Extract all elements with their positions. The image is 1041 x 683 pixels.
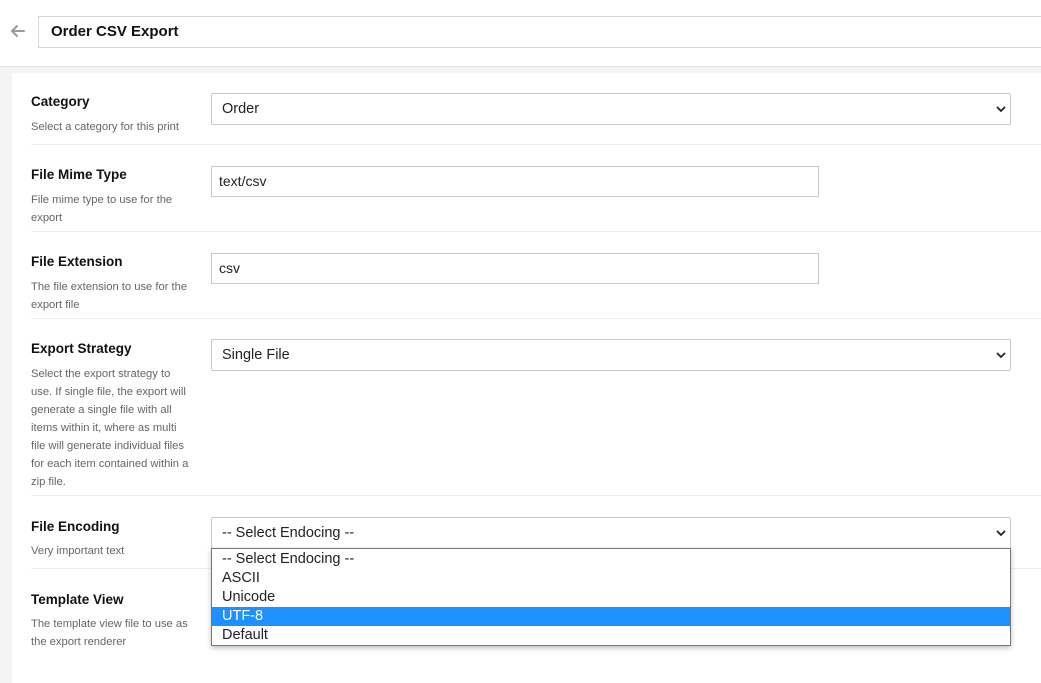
file-encoding-dropdown: -- Select Endocing -- ASCII Unicode UTF-… xyxy=(211,548,1011,646)
encoding-option[interactable]: -- Select Endocing -- xyxy=(212,550,1010,569)
chevron-down-icon xyxy=(996,352,1006,359)
file-encoding-help: Very important text xyxy=(31,545,125,557)
category-select[interactable]: Order xyxy=(211,93,1011,125)
category-label: Category xyxy=(31,94,90,109)
template-view-help: The template view file to use as the exp… xyxy=(31,618,188,648)
title-input[interactable]: Order CSV Export xyxy=(38,16,1041,48)
export-strategy-row: Export Strategy Select the export strate… xyxy=(31,318,1041,496)
encoding-option[interactable]: Default xyxy=(212,626,1010,645)
export-strategy-select-value: Single File xyxy=(222,347,290,363)
chevron-down-icon xyxy=(996,106,1006,113)
template-view-label: Template View xyxy=(31,592,124,607)
file-encoding-select[interactable]: -- Select Endocing -- xyxy=(211,517,1011,549)
mime-type-row: File Mime Type File mime type to use for… xyxy=(31,144,1041,232)
extension-row: File Extension The file extension to use… xyxy=(31,231,1041,319)
encoding-option-highlighted[interactable]: UTF-8 xyxy=(212,607,1010,626)
extension-label: File Extension xyxy=(31,254,123,269)
mime-type-label: File Mime Type xyxy=(31,167,127,182)
export-strategy-label: Export Strategy xyxy=(31,341,132,356)
encoding-option[interactable]: Unicode xyxy=(212,588,1010,607)
export-strategy-select[interactable]: Single File xyxy=(211,339,1011,371)
encoding-option[interactable]: ASCII xyxy=(212,569,1010,588)
extension-input[interactable]: csv xyxy=(211,253,819,284)
back-arrow-icon[interactable] xyxy=(9,21,27,41)
category-select-value: Order xyxy=(222,101,260,117)
extension-help: The file extension to use for the export… xyxy=(31,281,188,311)
mime-type-help: File mime type to use for the export xyxy=(31,194,173,224)
export-strategy-help: Select the export strategy to use. If si… xyxy=(31,368,189,488)
mime-type-input[interactable]: text/csv xyxy=(211,166,819,197)
top-bar: Order CSV Export xyxy=(0,0,1041,67)
file-encoding-select-value: -- Select Endocing -- xyxy=(222,525,355,541)
category-row: Category Select a category for this prin… xyxy=(31,73,1041,145)
chevron-down-icon xyxy=(996,530,1006,537)
file-encoding-label: File Encoding xyxy=(31,519,120,534)
category-help: Select a category for this print xyxy=(31,121,179,133)
